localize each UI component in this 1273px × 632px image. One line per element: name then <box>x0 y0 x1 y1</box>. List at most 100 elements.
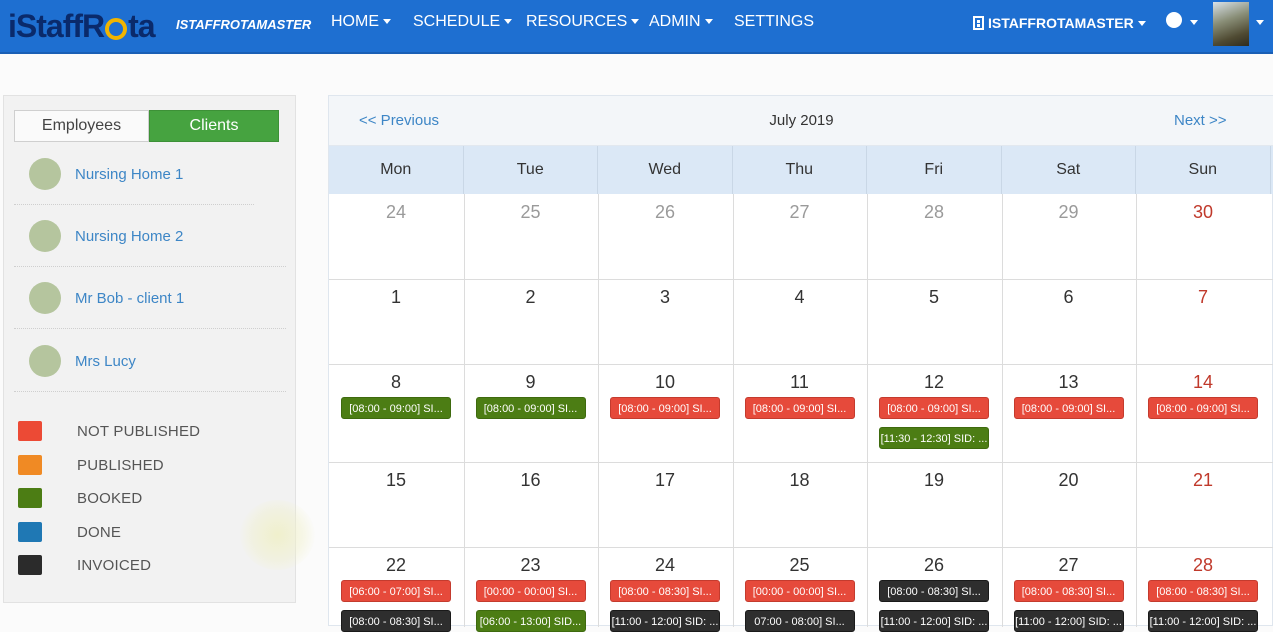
weekday-header-row: Mon Tue Wed Thu Fri Sat Sun <box>329 146 1273 194</box>
shift-event[interactable]: [00:00 - 00:00] SI... <box>744 580 855 602</box>
client-list-item[interactable]: Mr Bob - client 1 <box>14 267 286 329</box>
legend-label: BOOKED <box>77 489 143 507</box>
shift-event[interactable]: [08:00 - 08:30] SI... <box>610 580 720 602</box>
shift-event[interactable]: [08:00 - 08:30] SI... <box>879 580 989 602</box>
day-number: 7 <box>1197 287 1208 307</box>
client-name[interactable]: Mrs Lucy <box>75 353 136 370</box>
client-name[interactable]: Nursing Home 1 <box>75 166 183 183</box>
day-number: 1 <box>390 287 401 307</box>
nav-settings-label: SETTINGS <box>734 13 815 30</box>
weekday-header: Sat <box>1002 146 1136 194</box>
day-number: 28 <box>1192 555 1214 575</box>
weekday-header: Tue <box>464 146 598 194</box>
top-navbar: iStaffR ta ISTAFFROTAMASTER HOME SCHEDUL… <box>0 0 1273 54</box>
day-number: 26 <box>923 555 945 575</box>
client-name[interactable]: Mr Bob - client 1 <box>75 290 184 307</box>
divider <box>14 328 286 329</box>
calendar-header: << Previous July 2019 Next >> <box>329 96 1273 146</box>
client-list-item[interactable]: Nursing Home 1 <box>14 143 286 205</box>
chevron-down-icon <box>504 19 513 25</box>
day-number: 27 <box>1058 555 1079 575</box>
shift-event[interactable]: [11:00 - 12:00] SID: ... <box>1013 610 1124 632</box>
day-number: 10 <box>654 372 676 392</box>
day-number: 8 <box>390 372 401 392</box>
shift-event[interactable]: [08:00 - 09:00] SI... <box>1148 397 1258 419</box>
day-number: 25 <box>520 202 541 222</box>
nav-home-label: HOME <box>331 13 379 30</box>
chevron-down-icon <box>383 19 391 25</box>
day-number: 24 <box>654 555 676 575</box>
legend-label: NOT PUBLISHED <box>77 422 201 440</box>
nav-home[interactable]: HOME <box>331 13 391 31</box>
nav-schedule[interactable]: SCHEDULE <box>413 13 513 31</box>
day-number: 14 <box>1192 372 1214 392</box>
day-number: 15 <box>385 470 407 490</box>
shift-event[interactable]: [11:00 - 12:00] SID: ... <box>879 610 989 632</box>
nav-admin[interactable]: ADMIN <box>649 13 713 31</box>
shift-event[interactable]: [00:00 - 00:00] SI... <box>475 580 586 602</box>
shift-event[interactable]: [06:00 - 13:00] SID... <box>475 610 586 632</box>
shift-event[interactable]: [08:00 - 09:00] SI... <box>610 397 720 419</box>
day-number: 20 <box>1058 470 1079 490</box>
day-number: 11 <box>790 372 809 392</box>
client-list-item[interactable]: Nursing Home 2 <box>14 205 286 267</box>
shift-event[interactable]: [08:00 - 09:00] SI... <box>744 397 855 419</box>
account-label: ISTAFFROTAMASTER <box>176 17 312 32</box>
app-logo[interactable]: iStaffR ta <box>8 6 156 46</box>
weekday-header: Sun <box>1136 146 1271 194</box>
nav-settings[interactable]: SETTINGS <box>734 13 814 31</box>
chevron-down-icon <box>1190 20 1198 25</box>
day-number: 13 <box>1058 372 1079 392</box>
legend-swatch <box>18 488 42 508</box>
shift-event[interactable]: [08:00 - 09:00] SI... <box>475 397 586 419</box>
chevron-down-icon <box>631 19 640 25</box>
day-number: 27 <box>789 202 810 222</box>
day-number: 22 <box>385 555 407 575</box>
legend-label: INVOICED <box>77 556 152 574</box>
day-number: 9 <box>525 372 536 392</box>
user-menu-label: ISTAFFROTAMASTER <box>988 15 1134 31</box>
shift-event[interactable]: [08:00 - 08:30] SI... <box>1013 580 1124 602</box>
globe-icon[interactable] <box>1166 12 1182 28</box>
weekday-header: Thu <box>733 146 867 194</box>
tab-clients[interactable]: Clients <box>149 110 279 142</box>
day-number: 5 <box>928 287 939 307</box>
client-list-item[interactable]: Mrs Lucy <box>14 330 286 392</box>
legend-swatch <box>18 421 42 441</box>
day-number: 24 <box>385 202 407 222</box>
avatar[interactable] <box>1213 2 1249 46</box>
day-number: 25 <box>789 555 810 575</box>
shift-event[interactable]: [11:00 - 12:00] SID: ... <box>610 610 720 632</box>
logo-text-left: iStaffR <box>8 7 105 44</box>
shift-event[interactable]: [08:00 - 09:00] SI... <box>1013 397 1124 419</box>
shift-event[interactable]: [08:00 - 08:30] SI... <box>341 610 451 632</box>
previous-month-link[interactable]: << Previous <box>359 112 439 129</box>
shift-event[interactable]: [11:30 - 12:30] SID: ... <box>879 427 989 449</box>
day-number: 23 <box>520 555 541 575</box>
shift-event[interactable]: [08:00 - 09:00] SI... <box>879 397 989 419</box>
day-number: 28 <box>923 202 945 222</box>
shift-event[interactable]: [08:00 - 09:00] SI... <box>341 397 451 419</box>
legend-item: INVOICED <box>18 554 151 576</box>
weekday-header: Mon <box>329 146 464 194</box>
client-name[interactable]: Nursing Home 2 <box>75 228 183 245</box>
day-number: 26 <box>654 202 676 222</box>
shift-event[interactable]: 07:00 - 08:00] SI... <box>744 610 855 632</box>
legend-item: NOT PUBLISHED <box>18 420 200 442</box>
shift-event[interactable]: [08:00 - 08:30] SI... <box>1148 580 1258 602</box>
next-month-link[interactable]: Next >> <box>1174 112 1227 129</box>
nav-resources[interactable]: RESOURCES <box>526 13 640 31</box>
mouse-cursor-highlight <box>240 500 315 570</box>
day-number: 19 <box>923 470 945 490</box>
chevron-down-icon <box>704 19 713 25</box>
day-number: 17 <box>654 470 676 490</box>
shift-event[interactable]: [11:00 - 12:00] SID: ... <box>1148 610 1258 632</box>
day-number: 18 <box>789 470 810 490</box>
user-menu[interactable]: ISTAFFROTAMASTER <box>973 15 1146 31</box>
tab-employees[interactable]: Employees <box>14 110 149 142</box>
shift-event[interactable]: [06:00 - 07:00] SI... <box>341 580 451 602</box>
month-calendar: << Previous July 2019 Next >> Mon Tue Wed T… <box>328 95 1273 632</box>
day-number: 16 <box>520 470 541 490</box>
day-number: 21 <box>1192 470 1214 490</box>
day-number: 30 <box>1192 202 1214 222</box>
